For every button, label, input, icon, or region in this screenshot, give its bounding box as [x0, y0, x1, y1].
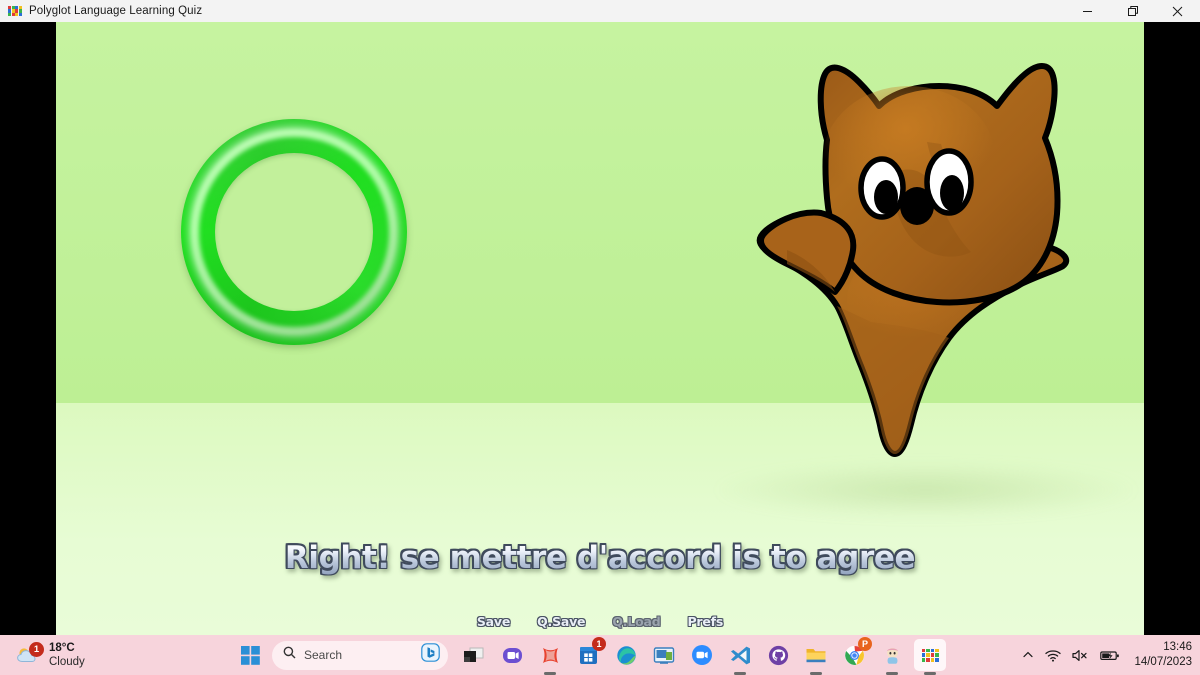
clock[interactable]: 13:46 14/07/2023: [1134, 640, 1192, 670]
character-shadow: [716, 462, 1136, 518]
wifi-icon[interactable]: [1045, 649, 1061, 662]
taskbar-app-edge[interactable]: [610, 639, 642, 671]
cloud-sun-icon: 1: [16, 644, 42, 666]
taskbar-app-task-view[interactable]: [458, 639, 490, 671]
taskbar: 1 18°C Cloudy: [0, 635, 1200, 675]
app-grid-icon: [922, 649, 939, 662]
taskbar-app-vscode[interactable]: [724, 639, 756, 671]
window-title: Polyglot Language Learning Quiz: [29, 5, 202, 17]
minimize-icon[interactable]: [1065, 0, 1110, 22]
weather-widget[interactable]: 1 18°C Cloudy: [10, 638, 91, 672]
system-tray: 13:46 14/07/2023: [1022, 635, 1192, 675]
start-button[interactable]: [234, 639, 266, 671]
clock-date: 14/07/2023: [1134, 655, 1192, 670]
chrome-badge: P: [858, 637, 872, 651]
title-bar[interactable]: Polyglot Language Learning Quiz: [0, 0, 1200, 22]
game-viewport[interactable]: Right! se mettre d'accord is to agree Sa…: [56, 22, 1144, 635]
battery-charging-icon[interactable]: [1100, 649, 1120, 662]
restore-icon[interactable]: [1110, 0, 1155, 22]
window-controls: [1065, 0, 1200, 22]
taskbar-app-polyglot-quiz[interactable]: [914, 639, 946, 671]
search-input[interactable]: Search: [304, 648, 413, 662]
speaker-muted-icon[interactable]: [1072, 649, 1089, 662]
quiz-feedback-text: Right! se mettre d'accord is to agree: [56, 540, 1144, 576]
search-box[interactable]: Search: [272, 641, 448, 670]
taskbar-app-github-desktop[interactable]: [762, 639, 794, 671]
green-torus: [181, 119, 407, 345]
taskbar-app-microsoft-store[interactable]: 1: [572, 639, 604, 671]
taskbar-app-chrome[interactable]: P: [838, 639, 870, 671]
taskbar-app-remote-desktop[interactable]: [648, 639, 680, 671]
bing-chat-icon[interactable]: [421, 643, 440, 667]
weather-badge: 1: [29, 642, 44, 657]
menu-item-quick-save[interactable]: Q.Save: [537, 614, 585, 629]
game-window-letterbox: Right! se mettre d'accord is to agree Sa…: [0, 22, 1200, 635]
taskbar-center: Search: [234, 635, 946, 675]
weather-condition: Cloudy: [49, 655, 85, 669]
taskbar-app-teams[interactable]: [496, 639, 528, 671]
app-grid-icon: [8, 6, 22, 17]
brown-bear-mascot: [741, 30, 1071, 470]
clock-time: 13:46: [1134, 640, 1192, 655]
taskbar-app-file-explorer[interactable]: [800, 639, 832, 671]
menu-item-save[interactable]: Save: [477, 614, 510, 629]
close-icon[interactable]: [1155, 0, 1200, 22]
menu-item-quick-load[interactable]: Q.Load: [612, 614, 660, 629]
taskbar-app-zoom[interactable]: [686, 639, 718, 671]
taskbar-app-media-player[interactable]: [534, 639, 566, 671]
weather-temperature: 18°C: [49, 641, 85, 655]
taskbar-app-character[interactable]: [876, 639, 908, 671]
weather-text: 18°C Cloudy: [49, 641, 85, 670]
chevron-up-icon[interactable]: [1022, 649, 1034, 661]
store-badge: 1: [592, 637, 606, 651]
menu-item-prefs[interactable]: Prefs: [687, 614, 723, 629]
search-icon: [283, 646, 296, 664]
